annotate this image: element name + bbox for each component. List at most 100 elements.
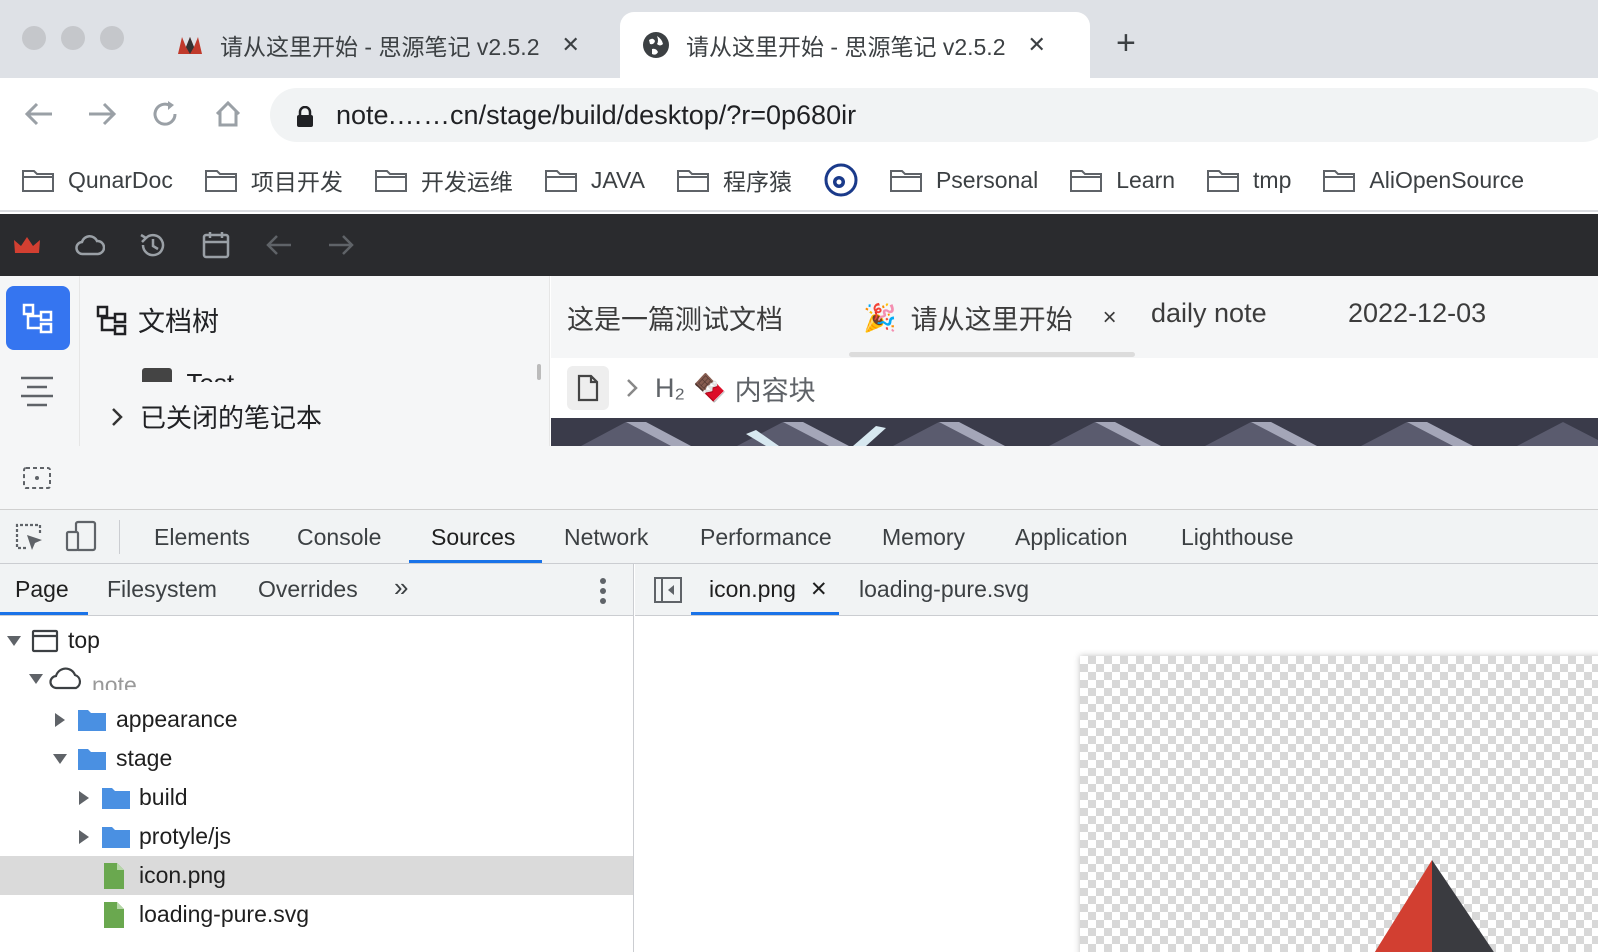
home-button[interactable] (210, 96, 246, 132)
panel-tab-memory[interactable]: Memory (882, 524, 965, 551)
tab-close-button[interactable]: ✕ (561, 32, 579, 58)
forward-icon[interactable] (324, 228, 358, 262)
folder-icon (78, 709, 106, 731)
collapse-arrow-icon (79, 790, 89, 805)
bookmark-folder[interactable]: AliOpenSource (1323, 167, 1524, 194)
device-toolbar-icon[interactable] (64, 520, 98, 557)
tab-close-button[interactable]: × (1103, 304, 1117, 332)
tree-node-protyle[interactable]: protyle/js (0, 817, 633, 856)
window-zoom-button[interactable] (100, 26, 124, 50)
bookmark-folder[interactable]: Learn (1070, 167, 1175, 194)
browser-tab[interactable]: 请从这里开始 - 思源笔记 v2.5.2 ✕ (150, 12, 614, 78)
inspect-element-icon[interactable] (14, 522, 44, 557)
siyuan-logo-preview (1374, 860, 1494, 952)
tree-node-appearance[interactable]: appearance (0, 700, 633, 739)
file-tree-dock-button[interactable] (6, 286, 70, 350)
editor-tab[interactable]: daily note (1151, 298, 1267, 329)
new-tab-button[interactable]: + (1116, 26, 1136, 60)
toggle-navigator-icon[interactable] (653, 576, 683, 609)
notebook-emoji-icon (142, 368, 173, 382)
tree-node-top[interactable]: top (0, 621, 633, 660)
tab-close-button[interactable]: ✕ (1027, 32, 1045, 58)
browser-tab-active[interactable]: 请从这里开始 - 思源笔记 v2.5.2 ✕ (620, 12, 1090, 78)
folder-icon (1323, 170, 1356, 192)
editor-tab-active[interactable]: 🎉 请从这里开始 × (863, 298, 1117, 337)
devtools-panel-bar: Elements Console Sources Network Perform… (0, 510, 1598, 564)
file-tab-close-button[interactable]: ✕ (810, 577, 828, 602)
frame-icon (31, 629, 59, 652)
history-icon[interactable] (136, 228, 170, 262)
tree-node-stage[interactable]: stage (0, 739, 633, 778)
panel-tab-performance[interactable]: Performance (700, 524, 832, 551)
bookmark-folder[interactable]: Psersonal (889, 167, 1038, 194)
reload-button[interactable] (147, 96, 183, 132)
editor-tab[interactable]: 这是一篇测试文档 (567, 298, 783, 337)
document-icon[interactable] (567, 366, 609, 410)
tree-node-loading-svg[interactable]: loading-pure.svg (0, 895, 633, 934)
calendar-icon[interactable] (199, 228, 233, 262)
chevron-right-icon (627, 379, 638, 397)
window-close-button[interactable] (22, 26, 46, 50)
folder-icon (102, 826, 130, 848)
active-tab-indicator (849, 352, 1135, 357)
panel-tab-lighthouse[interactable]: Lighthouse (1181, 524, 1294, 551)
siyuan-logo-icon (176, 31, 204, 59)
active-navigator-indicator (0, 612, 88, 615)
file-tab-loading-svg[interactable]: loading-pure.svg (859, 576, 1029, 603)
bookmark-folder[interactable]: 项目开发 (204, 163, 343, 197)
file-icon (104, 901, 124, 928)
collapse-arrow-icon (79, 829, 89, 844)
active-panel-indicator (409, 560, 542, 563)
address-bar[interactable]: note.……cn/stage/build/desktop/?r=0p680ir (270, 88, 1598, 142)
panel-tab-console[interactable]: Console (297, 524, 381, 551)
notebook-item[interactable]: ⌄ Test (110, 368, 234, 382)
folder-icon (1070, 170, 1103, 192)
bookmark-site[interactable] (824, 163, 858, 197)
screenshot-icon[interactable] (22, 466, 52, 495)
reload-icon (153, 101, 177, 126)
editor-tab[interactable]: 2022-12-03 (1348, 298, 1486, 329)
heading-level: H₂ (655, 372, 685, 403)
folder-icon (544, 170, 577, 192)
window-minimize-button[interactable] (61, 26, 85, 50)
panel-tab-sources[interactable]: Sources (431, 524, 515, 551)
closed-notebooks-item[interactable]: 已关闭的笔记本 (110, 398, 322, 435)
kebab-menu-icon[interactable] (598, 576, 608, 611)
tree-node-domain[interactable]: note… (0, 660, 633, 690)
bookmark-folder[interactable]: tmp (1207, 167, 1291, 194)
outline-icon[interactable] (20, 376, 54, 413)
bookmark-folder[interactable]: JAVA (544, 167, 645, 194)
browser-toolbar: note.……cn/stage/build/desktop/?r=0p680ir (0, 78, 1598, 150)
cloud-sync-icon[interactable] (73, 228, 107, 262)
file-tree-icon (22, 303, 53, 334)
navigator-tab-overrides[interactable]: Overrides (258, 576, 358, 603)
file-tree-header: 文档树 (96, 300, 219, 339)
forward-button[interactable] (84, 96, 120, 132)
back-button[interactable] (21, 96, 57, 132)
folder-icon (78, 748, 106, 770)
bookmark-folder[interactable]: 开发运维 (374, 163, 513, 197)
panel-tab-elements[interactable]: Elements (154, 524, 250, 551)
panel-tab-application[interactable]: Application (1015, 524, 1128, 551)
crown-icon[interactable] (10, 228, 44, 262)
expand-arrow-icon (29, 674, 43, 684)
more-tabs-button[interactable]: » (394, 572, 408, 603)
navigator-tab-filesystem[interactable]: Filesystem (107, 576, 217, 603)
breadcrumb-label[interactable]: 内容块 (735, 369, 816, 408)
bookmark-folder[interactable]: 程序猿 (676, 163, 792, 197)
tree-scrollbar[interactable] (537, 364, 541, 380)
file-tab-icon-png[interactable]: icon.png ✕ (709, 576, 828, 603)
bookmark-folder[interactable]: QunarDoc (22, 167, 173, 194)
navigator-tab-page[interactable]: Page (15, 576, 69, 603)
tree-node-icon-png[interactable]: icon.png (0, 856, 633, 895)
back-icon[interactable] (262, 228, 296, 262)
browser-tabstrip: 请从这里开始 - 思源笔记 v2.5.2 ✕ 请从这里开始 - 思源笔记 v2.… (0, 0, 1598, 78)
file-tree-panel: 文档树 ⌄ Test 已关闭的笔记本 (80, 276, 550, 446)
panel-tab-network[interactable]: Network (564, 524, 648, 551)
lock-icon (296, 104, 314, 127)
tree-node-build[interactable]: build (0, 778, 633, 817)
bookmarks-bar: QunarDoc 项目开发 开发运维 JAVA 程序猿 Psersonal Le… (0, 150, 1598, 212)
editor-tabbar: 这是一篇测试文档 🎉 请从这里开始 × daily note 2022-12-0… (551, 276, 1598, 358)
siyuan-toolbar (0, 214, 1598, 276)
tab-title: 请从这里开始 - 思源笔记 v2.5.2 (686, 34, 1006, 60)
